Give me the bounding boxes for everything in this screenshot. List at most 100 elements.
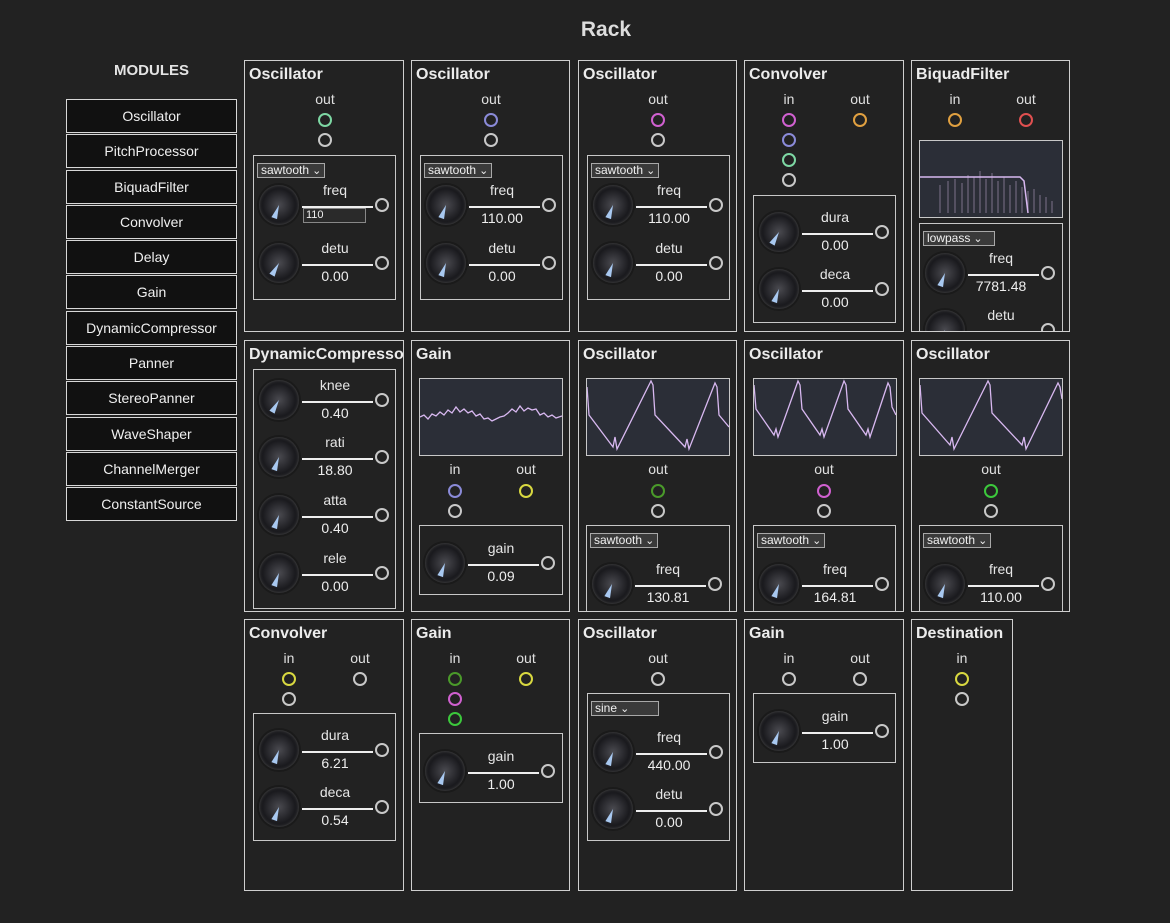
output-port[interactable] (651, 672, 665, 686)
param-input-port[interactable] (1041, 577, 1055, 591)
gain-node[interactable]: Gain in out gain 1.00 (411, 619, 570, 891)
param-input-port[interactable] (875, 225, 889, 239)
node-title[interactable]: Oscillator (583, 346, 657, 364)
oscillator-node[interactable]: Oscillator out sawtooth freq 110 detu 0.… (244, 60, 404, 332)
node-title[interactable]: Gain (416, 346, 452, 364)
param-value-input[interactable]: 110 (303, 208, 366, 223)
knob[interactable] (592, 564, 632, 604)
oscillator-node[interactable]: Oscillator out sawtooth freq 110.00 detu… (578, 60, 737, 332)
input-port[interactable] (782, 113, 796, 127)
param-input-port[interactable] (542, 256, 556, 270)
knob[interactable] (925, 253, 965, 293)
oscillator-node[interactable]: Oscillator out sawtooth freq 110.00 detu… (411, 60, 570, 332)
param-value[interactable]: 110.00 (648, 210, 690, 226)
convolver-node[interactable]: Convolver in out dura 6.21 deca 0.54 (244, 619, 404, 891)
param-value[interactable]: 18.80 (317, 462, 352, 478)
output-port[interactable] (651, 484, 665, 498)
waveform-select[interactable]: sawtooth (923, 533, 992, 548)
param-input-port[interactable] (542, 198, 556, 212)
param-input-port[interactable] (375, 198, 389, 212)
output-port[interactable] (519, 484, 533, 498)
output-port[interactable] (853, 113, 867, 127)
param-value[interactable]: 0.00 (488, 268, 515, 284)
convolver-node[interactable]: Convolver in out dura 0.00 deca 0.00 (744, 60, 904, 332)
param-value[interactable]: 130.81 (647, 589, 690, 605)
param-input-port[interactable] (709, 802, 723, 816)
param-input-port[interactable] (709, 745, 723, 759)
input-port[interactable] (282, 692, 296, 706)
input-port[interactable] (782, 672, 796, 686)
output-port[interactable] (984, 484, 998, 498)
node-title[interactable]: BiquadFilter (916, 66, 1009, 84)
param-value[interactable]: 110.00 (481, 210, 523, 226)
param-value[interactable]: 0.00 (321, 268, 348, 284)
param-value[interactable]: 0.40 (321, 520, 348, 536)
knob[interactable] (925, 564, 965, 604)
knob[interactable] (593, 185, 633, 225)
param-value[interactable]: 1.00 (821, 736, 848, 752)
knob[interactable] (925, 310, 965, 331)
knob[interactable] (259, 787, 299, 827)
node-title[interactable]: Convolver (249, 625, 327, 643)
param-value[interactable]: 164.81 (814, 589, 857, 605)
output-port[interactable] (353, 672, 367, 686)
knob[interactable] (593, 243, 633, 283)
param-input-port[interactable] (708, 577, 722, 591)
param-input-port[interactable] (375, 450, 389, 464)
output-port[interactable] (318, 113, 332, 127)
param-input-port[interactable] (375, 393, 389, 407)
knob[interactable] (259, 730, 299, 770)
param-input-port[interactable] (375, 508, 389, 522)
output-port[interactable] (484, 133, 498, 147)
param-value[interactable]: 1.00 (487, 776, 514, 792)
output-port[interactable] (519, 672, 533, 686)
module-button-dynamiccompressor[interactable]: DynamicCompressor (66, 310, 237, 345)
input-port[interactable] (782, 133, 796, 147)
node-title[interactable]: Convolver (749, 66, 827, 84)
output-port[interactable] (984, 504, 998, 518)
input-port[interactable] (448, 672, 462, 686)
param-input-port[interactable] (1041, 266, 1055, 280)
node-title[interactable]: Oscillator (416, 66, 490, 84)
param-value[interactable]: 0.54 (321, 812, 348, 828)
input-port[interactable] (448, 712, 462, 726)
knob[interactable] (425, 751, 465, 791)
waveform-select[interactable]: sawtooth (257, 163, 326, 178)
module-button-biquadfilter[interactable]: BiquadFilter (66, 169, 237, 204)
module-button-channelmerger[interactable]: ChannelMerger (66, 451, 237, 486)
node-title[interactable]: Gain (749, 625, 785, 643)
module-button-gain[interactable]: Gain (66, 275, 237, 310)
output-port[interactable] (817, 504, 831, 518)
param-value[interactable]: 0.00 (655, 814, 682, 830)
param-input-port[interactable] (1041, 323, 1055, 331)
param-value[interactable]: 7781.48 (976, 278, 1027, 294)
node-title[interactable]: Oscillator (583, 66, 657, 84)
param-input-port[interactable] (541, 556, 555, 570)
output-port[interactable] (484, 113, 498, 127)
knob[interactable] (259, 553, 299, 593)
knob[interactable] (259, 380, 299, 420)
module-button-convolver[interactable]: Convolver (66, 204, 237, 239)
oscillator-node[interactable]: Oscillator out sawtooth freq 110.00 (911, 340, 1070, 612)
param-value[interactable]: 440.00 (648, 757, 691, 773)
input-port[interactable] (782, 153, 796, 167)
param-input-port[interactable] (875, 724, 889, 738)
node-title[interactable]: Oscillator (749, 346, 823, 364)
gain-node[interactable]: Gain in out gain 0.09 (411, 340, 570, 612)
input-port[interactable] (955, 672, 969, 686)
input-port[interactable] (948, 113, 962, 127)
oscillator-node[interactable]: Oscillator out sine freq 440.00 detu 0.0… (578, 619, 737, 891)
param-value[interactable]: 0.40 (321, 405, 348, 421)
output-port[interactable] (853, 672, 867, 686)
module-button-oscillator[interactable]: Oscillator (66, 99, 237, 133)
knob[interactable] (759, 564, 799, 604)
module-button-stereopanner[interactable]: StereoPanner (66, 381, 237, 416)
param-input-port[interactable] (541, 764, 555, 778)
output-port[interactable] (651, 133, 665, 147)
input-port[interactable] (955, 692, 969, 706)
filter-type-select[interactable]: lowpass (923, 231, 995, 246)
output-port[interactable] (318, 133, 332, 147)
param-input-port[interactable] (709, 198, 723, 212)
knob[interactable] (759, 269, 799, 309)
waveform-select[interactable]: sawtooth (757, 533, 826, 548)
